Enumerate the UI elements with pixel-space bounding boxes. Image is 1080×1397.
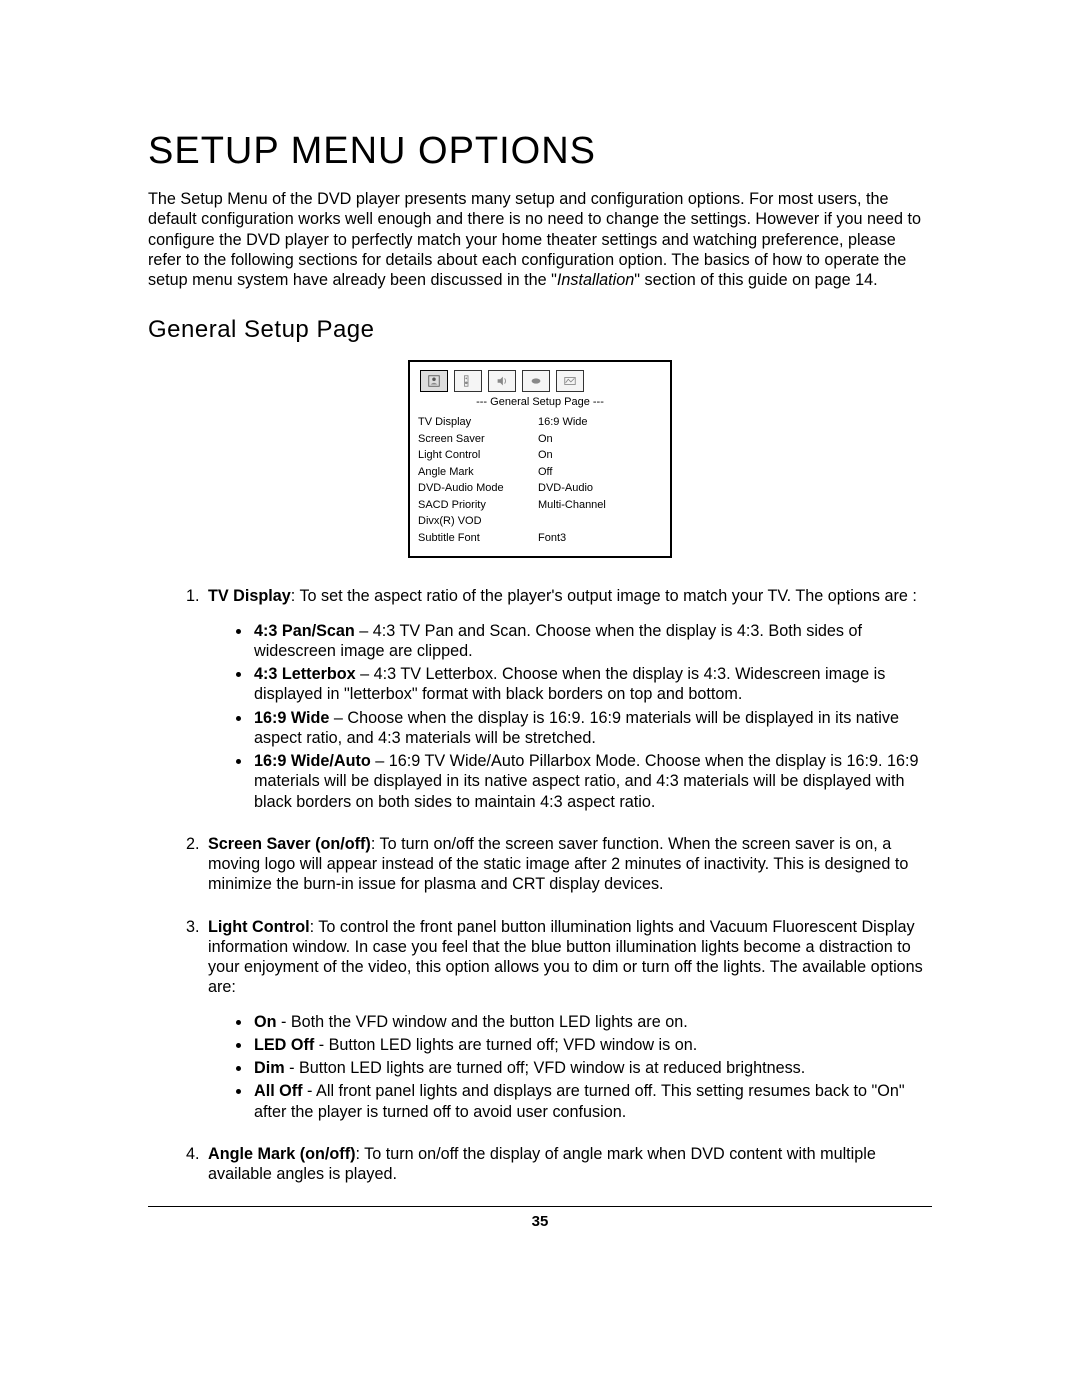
item-label: Angle Mark (on/off)	[208, 1145, 355, 1163]
sub-label: 16:9 Wide/Auto	[254, 752, 371, 770]
osd-val	[538, 513, 662, 530]
sub-label: 4:3 Letterbox	[254, 665, 356, 683]
osd-val: DVD-Audio	[538, 480, 662, 497]
sub-text: – Choose when the display is 16:9. 16:9 …	[254, 709, 899, 747]
osd-figure: --- General Setup Page --- TV Display16:…	[148, 360, 932, 558]
osd-key: Screen Saver	[418, 431, 538, 448]
sub-item: On - Both the VFD window and the button …	[252, 1012, 932, 1032]
sub-text: - Both the VFD window and the button LED…	[276, 1013, 687, 1031]
osd-val: Multi-Channel	[538, 497, 662, 514]
sub-text: - Button LED lights are turned off; VFD …	[314, 1036, 697, 1054]
osd-rows: TV Display16:9 Wide Screen SaverOn Light…	[418, 414, 662, 546]
sub-item: 4:3 Letterbox – 4:3 TV Letterbox. Choose…	[252, 664, 932, 705]
osd-tab-speaker	[454, 370, 482, 392]
list-item: Screen Saver (on/off): To turn on/off th…	[204, 834, 932, 895]
item-label: TV Display	[208, 587, 291, 605]
osd-key: Angle Mark	[418, 464, 538, 481]
sub-label: LED Off	[254, 1036, 314, 1054]
list-item: TV Display: To set the aspect ratio of t…	[204, 586, 932, 812]
sub-list: 4:3 Pan/Scan – 4:3 TV Pan and Scan. Choo…	[208, 621, 932, 812]
item-text: : To control the front panel button illu…	[208, 918, 923, 997]
sub-label: On	[254, 1013, 276, 1031]
osd-val: Font3	[538, 530, 662, 547]
page-title: SETUP MENU OPTIONS	[148, 130, 932, 173]
list-item: Light Control: To control the front pane…	[204, 917, 932, 1122]
sub-list: On - Both the VFD window and the button …	[208, 1012, 932, 1122]
osd-tab-preference	[556, 370, 584, 392]
osd-key: SACD Priority	[418, 497, 538, 514]
sub-label: 4:3 Pan/Scan	[254, 622, 355, 640]
sub-text: - Button LED lights are turned off; VFD …	[285, 1059, 806, 1077]
osd-val: On	[538, 431, 662, 448]
sub-label: All Off	[254, 1082, 303, 1100]
document-page: SETUP MENU OPTIONS The Setup Menu of the…	[0, 0, 1080, 1397]
osd-tab-video	[522, 370, 550, 392]
sub-item: LED Off - Button LED lights are turned o…	[252, 1035, 932, 1055]
osd-val: On	[538, 447, 662, 464]
osd-tab-audio	[488, 370, 516, 392]
intro-paragraph: The Setup Menu of the DVD player present…	[148, 189, 932, 290]
item-label: Light Control	[208, 918, 310, 936]
page-number: 35	[148, 1213, 932, 1230]
osd-row: Divx(R) VOD	[418, 513, 662, 530]
sub-item: 16:9 Wide – Choose when the display is 1…	[252, 708, 932, 749]
osd-key: DVD-Audio Mode	[418, 480, 538, 497]
section-heading: General Setup Page	[148, 316, 932, 344]
intro-italic: Installation	[557, 271, 634, 289]
osd-val: Off	[538, 464, 662, 481]
sub-item: All Off - All front panel lights and dis…	[252, 1081, 932, 1122]
list-item: Angle Mark (on/off): To turn on/off the …	[204, 1144, 932, 1185]
numbered-list: TV Display: To set the aspect ratio of t…	[148, 586, 932, 1184]
footer-rule	[148, 1206, 932, 1207]
intro-post: " section of this guide on page 14.	[634, 271, 877, 289]
osd-key: TV Display	[418, 414, 538, 431]
osd-key: Subtitle Font	[418, 530, 538, 547]
sub-item: 4:3 Pan/Scan – 4:3 TV Pan and Scan. Choo…	[252, 621, 932, 662]
osd-row: Light ControlOn	[418, 447, 662, 464]
osd-row: SACD PriorityMulti-Channel	[418, 497, 662, 514]
osd-key: Divx(R) VOD	[418, 513, 538, 530]
item-label: Screen Saver (on/off)	[208, 835, 371, 853]
sub-label: Dim	[254, 1059, 285, 1077]
sub-item: 16:9 Wide/Auto – 16:9 TV Wide/Auto Pilla…	[252, 751, 932, 812]
osd-tab-general	[420, 370, 448, 392]
osd-row: Subtitle FontFont3	[418, 530, 662, 547]
osd-val: 16:9 Wide	[538, 414, 662, 431]
osd-tab-row	[420, 370, 660, 392]
osd-caption: --- General Setup Page ---	[418, 396, 662, 408]
osd-row: Screen SaverOn	[418, 431, 662, 448]
sub-label: 16:9 Wide	[254, 709, 329, 727]
osd-key: Light Control	[418, 447, 538, 464]
sub-text: - All front panel lights and displays ar…	[254, 1082, 905, 1120]
osd-row: DVD-Audio ModeDVD-Audio	[418, 480, 662, 497]
sub-item: Dim - Button LED lights are turned off; …	[252, 1058, 932, 1078]
item-text: : To set the aspect ratio of the player'…	[291, 587, 917, 605]
osd-panel: --- General Setup Page --- TV Display16:…	[408, 360, 672, 558]
osd-row: Angle MarkOff	[418, 464, 662, 481]
osd-row: TV Display16:9 Wide	[418, 414, 662, 431]
